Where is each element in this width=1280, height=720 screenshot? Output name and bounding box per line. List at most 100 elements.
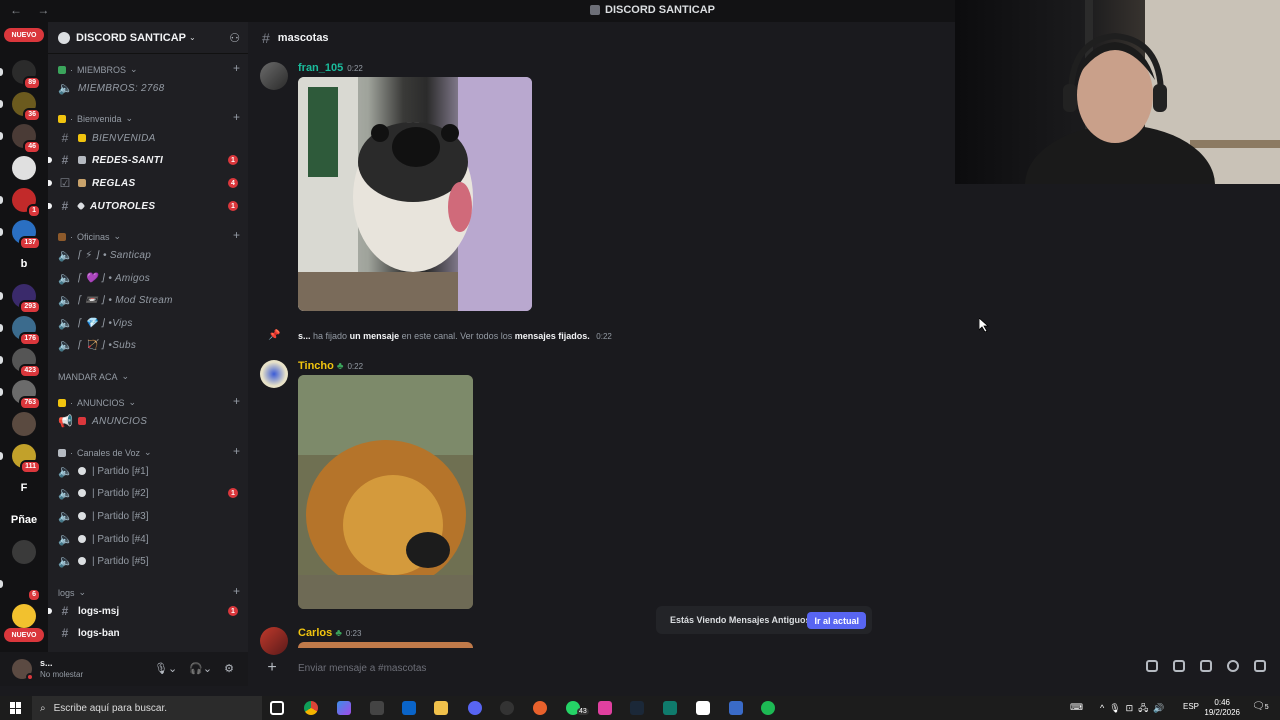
file-explorer-icon[interactable] bbox=[434, 701, 448, 715]
taskbar-search[interactable]: ⌕ Escribe aquí para buscar. bbox=[32, 696, 262, 720]
chrome-icon[interactable] bbox=[304, 701, 318, 715]
message-input[interactable]: Enviar mensaje a #mascotas bbox=[298, 663, 426, 674]
channel-reglas[interactable]: ☑ REGLAS 4 bbox=[48, 173, 240, 193]
capcut-icon[interactable] bbox=[696, 701, 710, 715]
author-name[interactable]: Carlos bbox=[298, 627, 332, 639]
language-indicator[interactable]: ESP bbox=[1183, 702, 1199, 711]
server-17-icon[interactable]: 6 bbox=[12, 572, 41, 602]
channel-redes-santi[interactable]: # REDES-SANTI 1 bbox=[48, 150, 240, 170]
emoji-icon[interactable] bbox=[1227, 660, 1239, 672]
voice-mod-stream[interactable]: 🔈 ⌈ 📼 ⌋ • Mod Stream bbox=[58, 290, 240, 310]
gif-icon[interactable] bbox=[1173, 660, 1185, 672]
app-icon[interactable] bbox=[533, 701, 547, 715]
nav-arrows[interactable]: ← → bbox=[10, 3, 55, 17]
app-icon[interactable] bbox=[598, 701, 612, 715]
copilot-icon[interactable] bbox=[337, 701, 351, 715]
channel-autoroles[interactable]: # AUTOROLES 1 bbox=[48, 196, 240, 216]
keyboard-icon[interactable]: ⌨ bbox=[1070, 702, 1083, 713]
guild-header[interactable]: DISCORD SANTICAP ⌄ ⚇ bbox=[48, 22, 248, 54]
channel-bienvenida[interactable]: # BIENVENIDA bbox=[58, 128, 240, 148]
server-2-icon[interactable]: 36 bbox=[12, 92, 41, 122]
server-pnae-icon[interactable]: Pñae bbox=[11, 508, 37, 532]
category-miembros[interactable]: · MIEMBROS ⌄ + bbox=[58, 61, 240, 75]
server-8-icon[interactable]: 293 bbox=[12, 284, 41, 314]
server-13-icon[interactable]: 111 bbox=[12, 444, 41, 474]
tray-icons[interactable]: ^🎙⊡🖧🔊 bbox=[1100, 701, 1169, 717]
add-member-icon[interactable]: ⚇ bbox=[229, 31, 240, 45]
voice-subs[interactable]: 🔈 ⌈ 🏹 ⌋ •Subs bbox=[58, 335, 240, 355]
category-oficinas[interactable]: · Oficinas ⌄ + bbox=[58, 228, 240, 242]
category-mandar-aca[interactable]: MANDAR ACA ⌄ bbox=[58, 371, 240, 382]
channel-logs-ban[interactable]: # logs-ban bbox=[58, 623, 240, 643]
add-channel-icon[interactable]: + bbox=[233, 444, 240, 458]
voice-vips[interactable]: 🔈 ⌈ 💎 ⌋ •Vips bbox=[58, 313, 240, 333]
avatar[interactable] bbox=[260, 62, 288, 90]
nuevo-badge-top[interactable]: NUEVO bbox=[4, 28, 44, 42]
category-anuncios[interactable]: · ANUNCIOS ⌄ + bbox=[58, 394, 240, 408]
category-voz[interactable]: · Canales de Voz ⌄ + bbox=[58, 444, 240, 458]
channel-miembros[interactable]: 🔈 MIEMBROS: 2768 bbox=[58, 78, 240, 98]
steam-icon[interactable] bbox=[630, 701, 644, 715]
pinned-messages-link[interactable]: mensajes fijados. bbox=[515, 331, 590, 341]
server-4-icon[interactable] bbox=[12, 156, 36, 180]
image-attachment[interactable] bbox=[298, 642, 473, 648]
user-avatar[interactable] bbox=[12, 659, 34, 681]
add-channel-icon[interactable]: + bbox=[233, 61, 240, 75]
server-18-icon[interactable] bbox=[12, 604, 36, 628]
voice-partido-5[interactable]: 🔈 | Partido [#5] bbox=[58, 551, 240, 571]
sticker-icon[interactable] bbox=[1200, 660, 1212, 672]
server-1-icon[interactable]: 89 bbox=[12, 60, 41, 90]
gear-icon[interactable]: ⚙ bbox=[224, 662, 234, 675]
add-channel-icon[interactable]: + bbox=[233, 394, 240, 408]
spotify-icon[interactable] bbox=[761, 701, 775, 715]
add-attachment-icon[interactable]: + bbox=[264, 659, 280, 677]
channel-logs-msj[interactable]: # logs-msj 1 bbox=[48, 601, 240, 621]
notification-center-icon[interactable]: 🗨5 bbox=[1252, 701, 1269, 712]
server-16-icon[interactable] bbox=[12, 540, 36, 564]
server-11-icon[interactable]: 763 bbox=[12, 380, 41, 410]
headphones-icon[interactable]: 🎧⌄ bbox=[189, 662, 212, 675]
image-attachment[interactable] bbox=[298, 77, 532, 311]
server-3-icon[interactable]: 46 bbox=[12, 124, 41, 154]
server-b-icon[interactable]: b bbox=[12, 252, 36, 276]
category-logs[interactable]: logs ⌄ + bbox=[58, 584, 240, 598]
microphone-icon[interactable]: 🎙⌄ bbox=[154, 662, 177, 675]
shield-icon[interactable] bbox=[729, 701, 743, 715]
app-icon[interactable] bbox=[663, 701, 677, 715]
nuevo-badge-bottom[interactable]: NUEVO bbox=[4, 628, 44, 642]
add-channel-icon[interactable]: + bbox=[233, 584, 240, 598]
app-icon[interactable] bbox=[370, 701, 384, 715]
image-attachment[interactable] bbox=[298, 375, 473, 609]
apps-icon[interactable] bbox=[1254, 660, 1266, 672]
clock[interactable]: 0:46 19/2/2026 bbox=[1204, 698, 1240, 718]
voice-santicap[interactable]: 🔈 ⌈ ⚡ ⌋ • Santicap bbox=[58, 245, 240, 265]
gift-icon[interactable] bbox=[1146, 660, 1158, 672]
server-f-icon[interactable]: F bbox=[12, 476, 36, 500]
server-6-icon[interactable]: 137 bbox=[12, 220, 41, 250]
pinned-message-link[interactable]: un mensaje bbox=[350, 331, 400, 341]
windows-start-icon[interactable] bbox=[10, 702, 22, 714]
voice-partido-3[interactable]: 🔈 | Partido [#3] bbox=[58, 506, 240, 526]
author-name[interactable]: Tincho bbox=[298, 360, 334, 372]
task-view-icon[interactable] bbox=[270, 701, 284, 715]
voice-partido-1[interactable]: 🔈 | Partido [#1] bbox=[58, 461, 240, 481]
add-channel-icon[interactable]: + bbox=[233, 228, 240, 242]
category-bienvenida[interactable]: · Bienvenida ⌄ + bbox=[58, 110, 240, 124]
server-9-icon[interactable]: 176 bbox=[12, 316, 41, 346]
voice-partido-2[interactable]: 🔈 | Partido [#2] 1 bbox=[58, 483, 240, 503]
avatar[interactable] bbox=[260, 360, 288, 388]
discord-icon[interactable] bbox=[468, 701, 482, 715]
jump-to-present-button[interactable]: Ir al actual bbox=[807, 612, 866, 629]
avatar[interactable] bbox=[260, 627, 288, 655]
voice-partido-4[interactable]: 🔈 | Partido [#4] bbox=[58, 529, 240, 549]
server-5-icon[interactable]: 1 bbox=[12, 188, 41, 218]
author-name[interactable]: fran_105 bbox=[298, 62, 343, 74]
mail-icon[interactable] bbox=[402, 701, 416, 715]
channel-anuncios[interactable]: 📢 ANUNCIOS bbox=[58, 411, 240, 431]
add-channel-icon[interactable]: + bbox=[233, 110, 240, 124]
server-12-icon[interactable] bbox=[12, 412, 36, 436]
voice-amigos[interactable]: 🔈 ⌈ 💜 ⌋ • Amigos bbox=[58, 268, 240, 288]
obs-icon[interactable] bbox=[500, 701, 514, 715]
server-10-icon[interactable]: 423 bbox=[12, 348, 41, 378]
system-user[interactable]: s... bbox=[298, 331, 311, 341]
